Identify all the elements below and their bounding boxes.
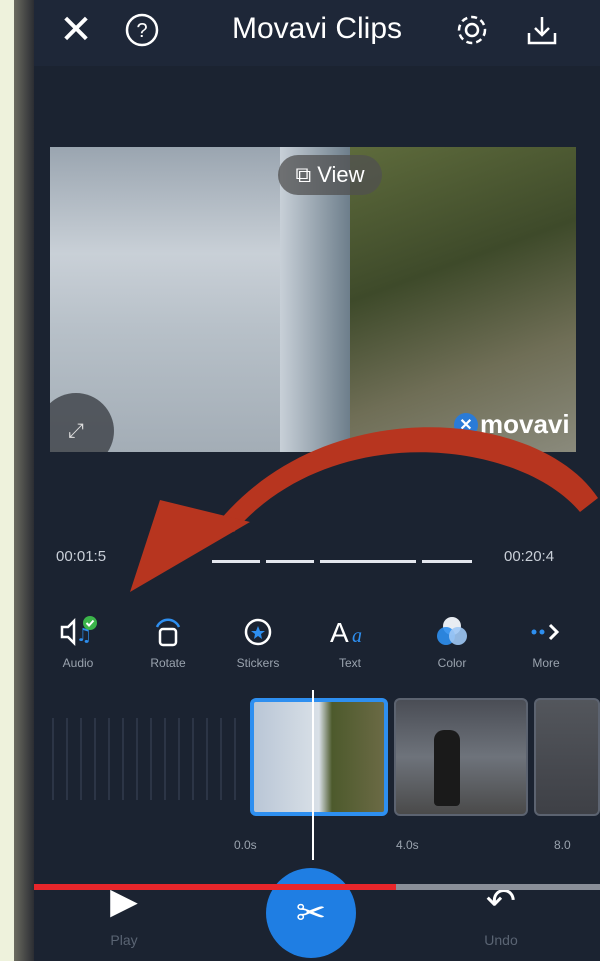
time-row: 00:01:5 00:20:4 [34,548,600,572]
app-title: Movavi Clips [231,12,403,45]
video-preview[interactable]: ⧉ View ⤢ ✕ movavi [50,147,576,452]
rotate-icon [128,612,208,652]
sticker-icon [218,612,298,652]
expand-icon: ⤢ [68,419,84,442]
text-icon: Aa [310,612,390,652]
clip-timeline[interactable] [34,698,600,818]
clip-thumbnail[interactable] [394,698,528,816]
ruler-label: 0.0s [234,838,257,852]
bottom-bar: ▶ Play ✂ ↶ Undo [34,860,600,961]
tool-more[interactable]: More [506,612,586,670]
clip-figure [434,730,460,806]
ruler-label: 4.0s [396,838,419,852]
tool-text[interactable]: Aa Text [310,612,390,670]
view-icon: ⧉ [295,162,312,187]
current-time: 00:01:5 [56,548,107,565]
scissors-icon: ✂ [295,892,327,933]
watermark-close-icon[interactable]: ✕ [454,412,478,437]
tool-color[interactable]: Color [412,612,492,670]
tool-label: Rotate [150,656,186,670]
clip-selected[interactable] [250,698,388,816]
view-label: View [317,162,365,187]
tool-label: Text [338,656,361,670]
split-button[interactable]: ✂ [266,868,356,958]
track-segment [422,560,472,563]
playhead[interactable] [312,690,314,860]
view-button[interactable]: ⧉ View [278,155,382,195]
watermark[interactable]: ✕ movavi [454,409,570,440]
app-header: ✕ ? Movavi Clips [34,0,600,66]
play-button[interactable]: ▶ Play [94,880,154,960]
device-bezel [14,0,34,961]
phone-screen: ✕ ? Movavi Clips ⧉ View ⤢ ✕ movavi 00:01… [34,0,600,961]
track-segment [320,560,416,563]
fullscreen-button[interactable]: ⤢ [50,393,114,452]
color-icon [412,612,492,652]
tool-stickers[interactable]: Stickers [218,612,298,670]
tool-label: Audio [62,656,94,670]
download-icon[interactable] [520,10,564,50]
video-progress-fill [34,884,396,890]
undo-label: Undo [484,932,518,948]
ruler-label: 8.0 [554,838,571,852]
play-label: Play [110,932,138,948]
audio-icon: ♫ [38,612,118,652]
svg-text:A: A [330,617,349,648]
undo-button[interactable]: ↶ Undo [466,880,536,960]
tool-rotate[interactable]: Rotate [128,612,208,670]
tool-label: Stickers [236,656,280,670]
svg-text:a: a [352,625,362,647]
total-time: 00:20:4 [504,548,555,565]
tool-bar: ♫ Audio Rotate Stickers Aa Text Color Mo… [34,612,600,682]
more-icon [506,612,586,652]
tool-label: Color [437,656,467,670]
watermark-text: movavi [480,409,570,439]
tool-audio[interactable]: ♫ Audio [38,612,118,670]
track-segment [266,560,314,563]
track-segment [212,560,260,563]
device-frame [0,0,34,961]
clip-thumbnail[interactable] [534,698,600,816]
tool-label: More [532,656,560,670]
video-progress-bar[interactable] [34,884,600,890]
gear-icon[interactable] [450,10,494,50]
preview-land [350,147,576,452]
audio-waveform [52,718,248,800]
